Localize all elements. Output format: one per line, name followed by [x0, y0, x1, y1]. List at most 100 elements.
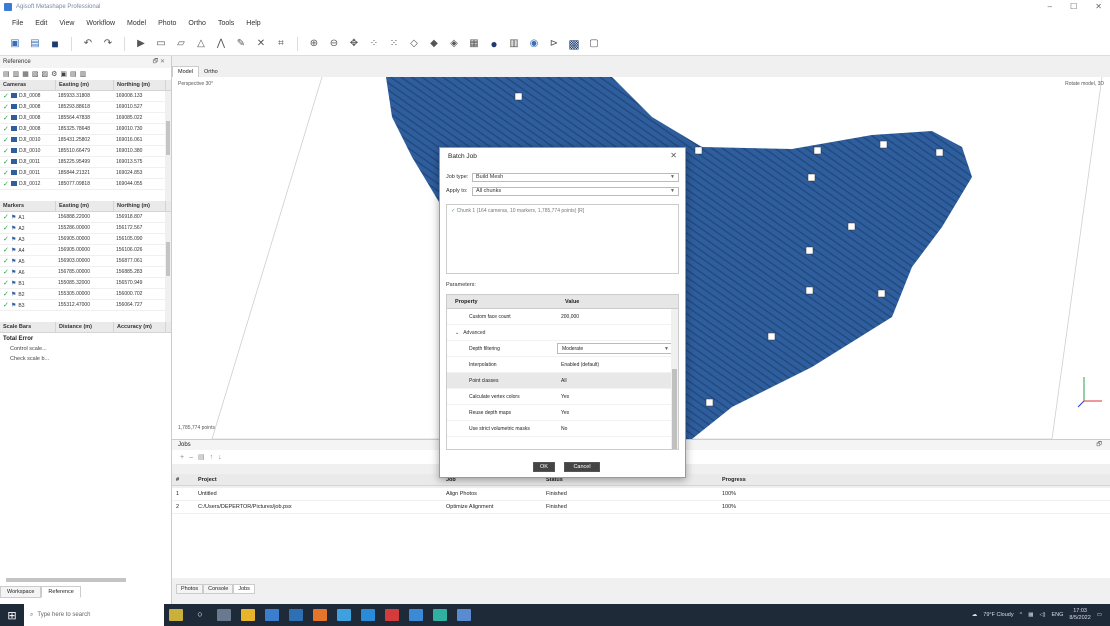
- marker-row[interactable]: ✓ ⚑ A1 156888.22000 156918.807: [0, 212, 171, 223]
- checkmark-icon[interactable]: ✓: [0, 213, 9, 221]
- marker-flag-icon[interactable]: [877, 289, 886, 298]
- checkmark-icon[interactable]: ✓: [0, 180, 9, 188]
- check-scale-item[interactable]: Check scale b...: [0, 354, 171, 364]
- import-icon[interactable]: ▤: [3, 70, 10, 78]
- camera-row[interactable]: ✓ DJI_0008 185293.88618 169010.527: [0, 102, 171, 113]
- parameter-row[interactable]: Reuse depth maps Yes: [447, 405, 678, 421]
- volume-icon[interactable]: ◁): [1039, 612, 1045, 618]
- col-easting[interactable]: Easting (m): [56, 80, 114, 90]
- notification-icon[interactable]: ▭: [1097, 612, 1102, 618]
- tab-console[interactable]: Console: [203, 584, 234, 594]
- camera-row[interactable]: ✓ DJI_0008 185564.47838 169085.022: [0, 113, 171, 124]
- checkmark-icon[interactable]: ✓: [0, 257, 9, 265]
- parameter-value[interactable]: No: [561, 426, 567, 432]
- app-icon[interactable]: [361, 609, 375, 621]
- marker-row[interactable]: ✓ ⚑ A3 156905.00000 156105.090: [0, 234, 171, 245]
- pane-close-icon[interactable]: 🗗 ✕: [153, 57, 165, 67]
- open-project-icon[interactable]: ▤: [28, 37, 42, 51]
- firefox-icon[interactable]: [313, 609, 327, 621]
- tab-jobs[interactable]: Jobs: [233, 584, 255, 594]
- chevron-down-icon[interactable]: ⌄: [455, 330, 459, 336]
- menu-workflow[interactable]: Workflow: [86, 20, 115, 27]
- checkmark-icon[interactable]: ✓: [0, 224, 9, 232]
- marker-flag-icon[interactable]: [694, 146, 703, 155]
- col-cameras[interactable]: Cameras: [0, 80, 56, 90]
- show-markers-icon[interactable]: ●: [487, 37, 501, 51]
- new-project-icon[interactable]: ▣: [8, 37, 22, 51]
- marker-row[interactable]: ✓ ⚑ B1 155085.32000 156570.949: [0, 278, 171, 289]
- job-settings-icon[interactable]: ▤: [198, 453, 205, 461]
- maximize-icon[interactable]: ☐: [1070, 2, 1077, 11]
- checkmark-icon[interactable]: ✓: [0, 92, 9, 100]
- marker-row[interactable]: ✓ ⚑ A2 155286.00000 156172.567: [0, 223, 171, 234]
- language-indicator[interactable]: ENG: [1051, 612, 1063, 618]
- tab-photos[interactable]: Photos: [176, 584, 204, 594]
- marker-flag-icon[interactable]: [705, 398, 714, 407]
- col-accuracy[interactable]: Accuracy (m): [114, 322, 166, 332]
- marker-flag-icon[interactable]: [813, 146, 822, 155]
- delete-selection-icon[interactable]: ✕: [254, 37, 268, 51]
- file-explorer-icon[interactable]: [217, 609, 231, 621]
- parameter-row[interactable]: Depth filtering Moderate ▼: [447, 341, 678, 357]
- checkmark-icon[interactable]: ✓: [0, 246, 9, 254]
- taskbar-search-box[interactable]: ⌕ Type here to search: [24, 604, 164, 626]
- chunk-item[interactable]: Chunk 1 (164 cameras, 10 markers, 1,785,…: [457, 208, 585, 214]
- parameter-section[interactable]: ⌄ Advanced: [447, 325, 678, 341]
- navigation-icon[interactable]: ▶: [134, 37, 148, 51]
- camera-row[interactable]: ✓ DJI_0008 185933.31808 169008.133: [0, 91, 171, 102]
- control-scale-item[interactable]: Control scale...: [0, 344, 171, 354]
- pinned-app-icon[interactable]: [169, 609, 183, 621]
- vertical-scrollbar[interactable]: [165, 212, 171, 322]
- checkmark-icon[interactable]: ✓: [0, 147, 9, 155]
- menu-model[interactable]: Model: [127, 20, 146, 27]
- view-errors-icon[interactable]: ▥: [80, 70, 87, 78]
- task-view-icon[interactable]: ○: [193, 609, 207, 621]
- col-northing[interactable]: Northing (m): [114, 80, 166, 90]
- move-up-icon[interactable]: ↑: [210, 454, 214, 461]
- parameter-row[interactable]: Point classes All: [447, 373, 678, 389]
- checkmark-icon[interactable]: ✓: [0, 114, 9, 122]
- show-cameras-icon[interactable]: ▦: [467, 37, 481, 51]
- col-easting[interactable]: Easting (m): [56, 201, 114, 211]
- add-job-icon[interactable]: +: [180, 454, 184, 461]
- job-row[interactable]: 2 C:/Users/DEPERTOR/Pictures/job.psx Opt…: [172, 501, 1110, 513]
- checkmark-icon[interactable]: ✓: [0, 136, 9, 144]
- checkmark-icon[interactable]: ✓: [0, 125, 9, 133]
- tiled-model-icon[interactable]: ◇: [407, 37, 421, 51]
- apply-to-select[interactable]: All chunks ▼: [472, 186, 679, 196]
- checkmark-icon[interactable]: ✓: [0, 103, 9, 111]
- checkmark-icon[interactable]: ✓: [0, 169, 9, 177]
- marker-row[interactable]: ✓ ⚑ B2 155305.00000 156000.702: [0, 289, 171, 300]
- job-row[interactable]: 1 Untitled Align Photos Finished 100%: [172, 488, 1110, 500]
- show-shapes-icon[interactable]: ▥: [507, 37, 521, 51]
- marker-row[interactable]: ✓ ⚑ A4 156905.00000 156106.026: [0, 245, 171, 256]
- undo-icon[interactable]: ↶: [81, 37, 95, 51]
- marker-flag-icon[interactable]: [805, 246, 814, 255]
- tab-model[interactable]: Model: [172, 66, 199, 77]
- network-icon[interactable]: ▦: [1028, 612, 1033, 618]
- menu-view[interactable]: View: [59, 20, 74, 27]
- parameter-row[interactable]: Custom face count 200,000: [447, 309, 678, 325]
- move-down-icon[interactable]: ↓: [218, 454, 222, 461]
- parameter-value[interactable]: Moderate: [562, 346, 583, 352]
- col-progress[interactable]: Progress: [718, 474, 838, 485]
- menu-file[interactable]: File: [12, 20, 23, 27]
- menu-tools[interactable]: Tools: [218, 20, 234, 27]
- col-scale-bars[interactable]: Scale Bars: [0, 322, 56, 332]
- draw-icon[interactable]: ✎: [234, 37, 248, 51]
- model-shaded-icon[interactable]: ◆: [427, 37, 441, 51]
- parameter-row[interactable]: Use strict volumetric masks No: [447, 421, 678, 437]
- edge-icon[interactable]: [337, 609, 351, 621]
- checkmark-icon[interactable]: ✓: [0, 279, 9, 287]
- polygon-selection-icon[interactable]: ▱: [174, 37, 188, 51]
- metashape-taskbar-icon[interactable]: [409, 609, 423, 621]
- point-cloud-icon[interactable]: ⁘: [367, 37, 381, 51]
- parameter-row[interactable]: Calculate vertex colors Yes: [447, 389, 678, 405]
- store-icon[interactable]: [289, 609, 303, 621]
- camera-row[interactable]: ✓ DJI_0008 185325.78648 169010.730: [0, 124, 171, 135]
- col-project[interactable]: Project: [194, 474, 442, 485]
- vertical-scrollbar[interactable]: [165, 91, 171, 201]
- menu-photo[interactable]: Photo: [158, 20, 176, 27]
- weather-icon[interactable]: ☁: [972, 612, 978, 618]
- redo-icon[interactable]: ↷: [101, 37, 115, 51]
